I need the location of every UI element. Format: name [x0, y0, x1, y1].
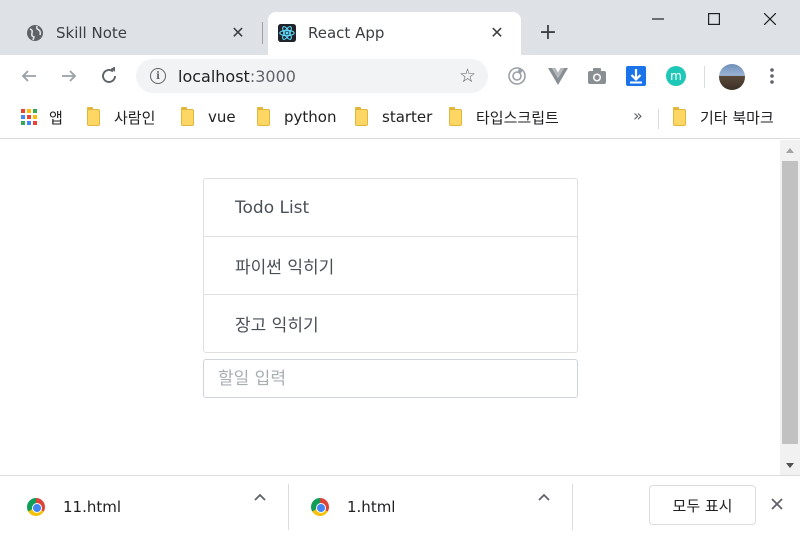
page-scrollbar[interactable] — [780, 140, 800, 475]
folder-icon — [673, 106, 686, 126]
bookmarks-bar: 앱 사람인 vue python starter 타입스크립트 » 기타 북마크 — [0, 97, 800, 139]
close-icon[interactable]: ✕ — [228, 22, 248, 42]
folder-icon — [181, 106, 194, 126]
tab-title: React App — [308, 24, 385, 42]
download-item[interactable]: 1.html — [311, 485, 395, 529]
url-text[interactable]: localhost:3000 — [178, 67, 296, 86]
todo-input[interactable] — [203, 359, 578, 398]
bookmark-label: 기타 북마크 — [700, 108, 774, 127]
bookmark-label: 타입스크립트 — [476, 108, 559, 127]
m-extension-label: m — [670, 69, 682, 83]
chevron-up-icon[interactable] — [534, 487, 554, 507]
camera-extension-icon[interactable] — [585, 64, 609, 88]
bookmark-star-icon[interactable]: ☆ — [459, 65, 476, 87]
maximize-icon[interactable] — [694, 6, 734, 32]
bookmark-label: starter — [382, 108, 433, 126]
url-host: localhost — [178, 67, 250, 86]
download-item[interactable]: 11.html — [27, 485, 121, 529]
profile-avatar[interactable] — [719, 64, 745, 90]
todo-list: Todo List 파이썬 익히기 장고 익히기 — [203, 178, 578, 353]
tab-title: Skill Note — [56, 24, 127, 42]
bookmarks-divider — [658, 109, 659, 129]
folder-icon — [257, 106, 270, 126]
download-shelf: 11.html 1.html 모두 표시 — [0, 475, 800, 537]
bookmark-folder-starter[interactable]: starter — [355, 106, 432, 128]
window-close-icon[interactable] — [750, 6, 790, 32]
show-all-downloads-button[interactable]: 모두 표시 — [649, 485, 756, 525]
bookmark-label: vue — [208, 108, 236, 126]
close-icon[interactable] — [767, 494, 787, 514]
folder-icon — [449, 106, 462, 126]
address-bar[interactable]: i localhost:3000 ☆ — [136, 59, 488, 93]
todo-item[interactable]: Todo List — [204, 179, 577, 237]
info-icon[interactable]: i — [150, 68, 166, 84]
tab-skill-note[interactable]: Skill Note ✕ — [16, 12, 262, 55]
download-filename: 11.html — [63, 498, 122, 516]
bookmark-label: 앱 — [49, 108, 63, 127]
scrollbar-thumb[interactable] — [782, 161, 798, 444]
react-logo-icon — [278, 24, 296, 42]
todo-item[interactable]: 장고 익히기 — [204, 295, 577, 352]
reload-icon[interactable] — [94, 61, 124, 91]
todo-item[interactable]: 파이썬 익히기 — [204, 237, 577, 295]
url-port: :3000 — [249, 67, 296, 86]
chrome-file-icon — [311, 498, 329, 516]
tab-divider — [262, 22, 263, 44]
bookmark-folder-python[interactable]: python — [257, 106, 336, 128]
m-extension-icon[interactable]: m — [664, 64, 688, 88]
minimize-icon[interactable] — [638, 6, 678, 32]
browser-titlebar: Skill Note ✕ React App ✕ + — [0, 0, 800, 55]
apps-grid-icon — [21, 109, 37, 125]
browser-toolbar: i localhost:3000 ☆ m — [0, 55, 800, 97]
download-divider — [572, 484, 573, 530]
vuejs-extension-icon[interactable] — [546, 64, 570, 88]
bookmark-folder-saramin[interactable]: 사람인 — [87, 106, 155, 128]
bookmark-label: python — [284, 108, 337, 126]
bookmark-apps[interactable]: 앱 — [21, 106, 63, 128]
download-filename: 1.html — [347, 498, 396, 516]
bookmark-folder-typescript[interactable]: 타입스크립트 — [449, 106, 559, 128]
tab-react-app[interactable]: React App ✕ — [268, 12, 521, 55]
bookmark-other[interactable]: 기타 북마크 — [673, 106, 774, 128]
page-viewport: Todo List 파이썬 익히기 장고 익히기 — [0, 140, 780, 475]
scroll-up-icon[interactable] — [780, 140, 800, 160]
download-divider — [288, 484, 289, 530]
back-arrow-icon[interactable] — [14, 61, 44, 91]
bookmark-label: 사람인 — [114, 108, 156, 127]
forward-arrow-icon[interactable] — [54, 61, 84, 91]
folder-icon — [87, 106, 100, 126]
toolbar-divider — [704, 66, 705, 88]
close-icon[interactable]: ✕ — [487, 22, 507, 42]
folder-icon — [355, 106, 368, 126]
new-tab-button[interactable]: + — [536, 20, 560, 45]
chevron-up-icon[interactable] — [250, 487, 270, 507]
bookmarks-overflow-button[interactable]: » — [633, 106, 643, 125]
kebab-menu-icon[interactable] — [762, 64, 782, 88]
download-extension-icon[interactable] — [624, 64, 648, 88]
bookmark-folder-vue[interactable]: vue — [181, 106, 236, 128]
chrome-file-icon — [27, 498, 45, 516]
circle-target-extension-icon[interactable] — [505, 64, 529, 88]
globe-icon — [26, 24, 44, 42]
scroll-down-icon[interactable] — [780, 455, 800, 475]
